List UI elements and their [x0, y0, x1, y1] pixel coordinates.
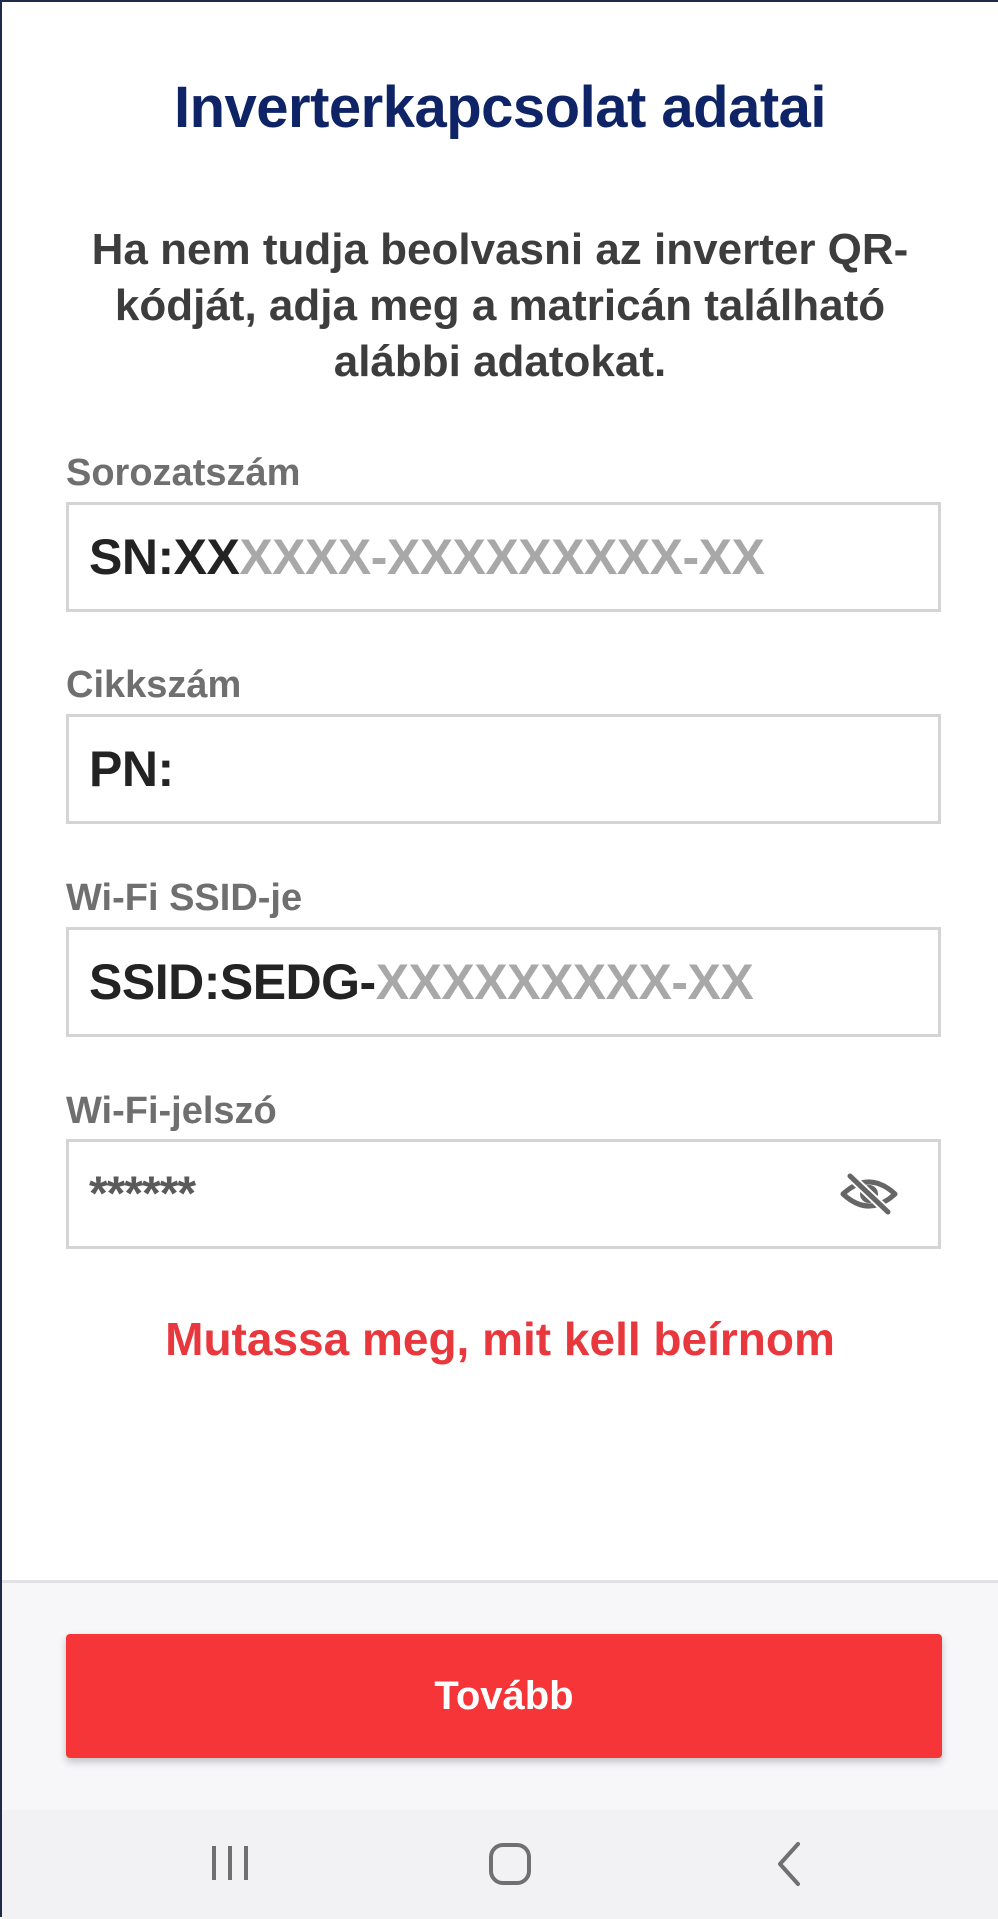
ssid-label: Wi-Fi SSID-je: [66, 877, 303, 919]
help-link[interactable]: Mutassa meg, mit kell beírnom: [2, 1312, 998, 1366]
serial-field[interactable]: SN:XXXXXX-XXXXXXXXX-XX: [66, 502, 941, 612]
password-label: Wi-Fi-jelszó: [66, 1090, 277, 1132]
ssid-value[interactable]: SSID:SEDG-XXXXXXXXX-XX: [89, 953, 754, 1011]
serial-value[interactable]: SN:XXXXXX-XXXXXXXXX-XX: [89, 528, 765, 586]
part-label: Cikkszám: [66, 664, 242, 706]
password-field[interactable]: ******: [66, 1139, 941, 1249]
part-value-prefix: PN:: [89, 741, 174, 797]
page-title: Inverterkapcsolat adatai: [173, 75, 827, 140]
next-button[interactable]: Tovább: [66, 1634, 942, 1758]
ssid-field[interactable]: SSID:SEDG-XXXXXXXXX-XX: [66, 927, 941, 1037]
screen: Inverterkapcsolat adatai Ha nem tudja be…: [0, 0, 998, 1919]
system-nav-bar: [2, 1810, 998, 1919]
part-field[interactable]: PN:: [66, 714, 941, 824]
password-value[interactable]: ******: [89, 1167, 196, 1222]
intro-text: Ha nem tudja beolvasni az inverter QR-kó…: [91, 225, 909, 386]
home-icon[interactable]: [470, 1828, 550, 1900]
back-icon[interactable]: [750, 1828, 830, 1900]
part-value[interactable]: PN:: [89, 740, 174, 798]
serial-label: Sorozatszám: [66, 452, 301, 494]
serial-value-placeholder: XXXX-XXXXXXXXX-XX: [239, 529, 765, 585]
ssid-value-prefix: SSID:SEDG-: [89, 954, 376, 1010]
recents-icon[interactable]: [190, 1828, 270, 1900]
ssid-value-placeholder: XXXXXXXXX-XX: [375, 954, 754, 1010]
eye-slash-icon[interactable]: [840, 1171, 898, 1217]
serial-value-prefix: SN:XX: [89, 529, 240, 585]
